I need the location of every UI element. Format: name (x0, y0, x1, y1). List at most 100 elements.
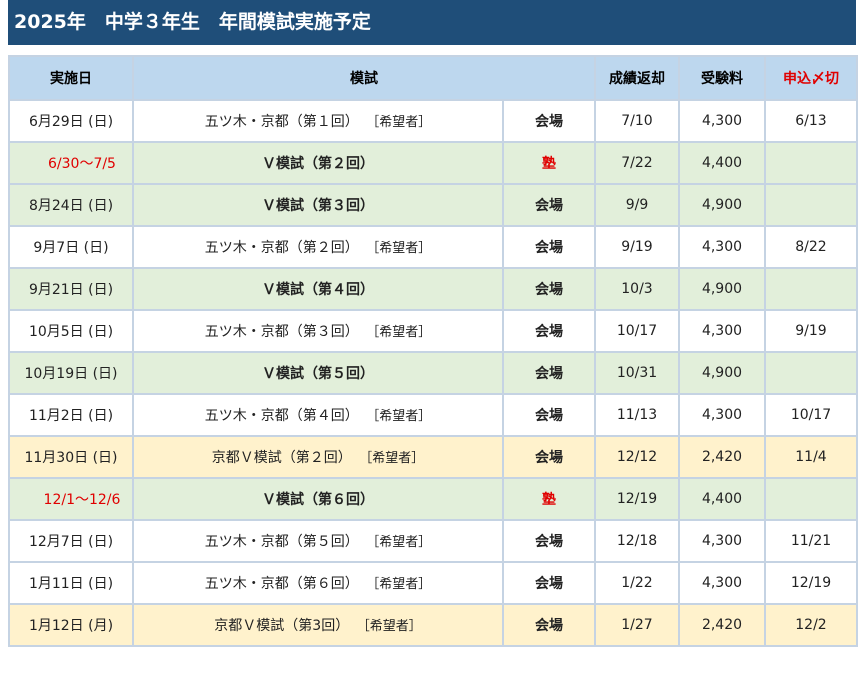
exam-venue: 会場 (502, 435, 596, 479)
result-return-date: 12/19 (594, 477, 680, 521)
exam-venue: 塾 (502, 477, 596, 521)
apply-deadline: 8/22 (764, 225, 858, 269)
exam-name-cell: Ｖ模試（第６回） (132, 477, 504, 521)
apply-deadline: 10/17 (764, 393, 858, 437)
table-row: 6/30〜7/5 Ｖ模試（第２回） 塾 7/22 4,400 (8, 141, 858, 185)
header-exam: 模試 (132, 55, 596, 101)
exam-name: Ｖ模試（第２回） (262, 156, 374, 172)
result-return-date: 1/27 (594, 603, 680, 647)
exam-fee: 4,300 (678, 225, 766, 269)
exam-fee: 4,900 (678, 351, 766, 395)
apply-deadline (764, 351, 858, 395)
apply-deadline (764, 141, 858, 185)
exam-note: ［希望者］ (372, 241, 432, 256)
exam-note: ［希望者］ (363, 619, 422, 634)
table-row: 12月7日 (日) 五ツ木・京都（第５回） ［希望者］ 会場 12/18 4,30… (8, 519, 858, 563)
apply-deadline (764, 477, 858, 521)
exam-name: 五ツ木・京都（第５回） (204, 534, 359, 550)
exam-note: ［希望者］ (372, 577, 432, 592)
exam-name: 京都Ｖ模試（第２回） (211, 450, 352, 466)
apply-deadline: 6/13 (764, 99, 858, 143)
exam-venue: 会場 (502, 225, 596, 269)
exam-venue: 塾 (502, 141, 596, 185)
exam-fee: 4,300 (678, 519, 766, 563)
table-row: 9月7日 (日) 五ツ木・京都（第２回） ［希望者］ 会場 9/19 4,300 … (8, 225, 858, 269)
exam-fee: 4,300 (678, 393, 766, 437)
exam-fee: 4,300 (678, 309, 766, 353)
exam-fee: 2,420 (678, 435, 766, 479)
exam-fee: 4,900 (678, 183, 766, 227)
table-row: 11月2日 (日) 五ツ木・京都（第４回） ［希望者］ 会場 11/13 4,30… (8, 393, 858, 437)
header-fee: 受験料 (678, 55, 766, 101)
exam-name-cell: Ｖ模試（第２回） (132, 141, 504, 185)
apply-deadline: 11/4 (764, 435, 858, 479)
exam-fee: 4,400 (678, 477, 766, 521)
result-return-date: 12/12 (594, 435, 680, 479)
table-row: 1月11日 (日) 五ツ木・京都（第６回） ［希望者］ 会場 1/22 4,300… (8, 561, 858, 605)
exam-name: 京都Ｖ模試（第3回） (214, 618, 350, 634)
exam-fee: 4,900 (678, 267, 766, 311)
result-return-date: 1/22 (594, 561, 680, 605)
exam-fee: 4,400 (678, 141, 766, 185)
exam-note: ［希望者］ (372, 535, 432, 550)
exam-name: Ｖ模試（第３回） (262, 198, 374, 214)
exam-date: 11月30日 (日) (8, 435, 134, 479)
exam-name: 五ツ木・京都（第３回） (204, 324, 359, 340)
exam-name-cell: 五ツ木・京都（第２回） ［希望者］ (132, 225, 504, 269)
exam-date: 12/1〜12/6 (8, 477, 134, 521)
exam-name: 五ツ木・京都（第１回） (204, 114, 359, 130)
apply-deadline (764, 267, 858, 311)
exam-note: ［希望者］ (372, 409, 432, 424)
exam-venue: 会場 (502, 309, 596, 353)
exam-date: 8月24日 (日) (8, 183, 134, 227)
result-return-date: 9/9 (594, 183, 680, 227)
exam-venue: 会場 (502, 99, 596, 143)
header-result: 成績返却 (594, 55, 680, 101)
exam-name-cell: 五ツ木・京都（第１回） ［希望者］ (132, 99, 504, 143)
exam-name-cell: 五ツ木・京都（第４回） ［希望者］ (132, 393, 504, 437)
exam-name-cell: Ｖ模試（第４回） (132, 267, 504, 311)
apply-deadline: 12/19 (764, 561, 858, 605)
page-title: 2025年 中学３年生 年間模試実施予定 (8, 0, 856, 45)
table-row: 9月21日 (日) Ｖ模試（第４回） 会場 10/3 4,900 (8, 267, 858, 311)
exam-venue: 会場 (502, 561, 596, 605)
table-row: 12/1〜12/6 Ｖ模試（第６回） 塾 12/19 4,400 (8, 477, 858, 521)
exam-fee: 4,300 (678, 99, 766, 143)
exam-fee: 2,420 (678, 603, 766, 647)
exam-name: 五ツ木・京都（第６回） (204, 576, 359, 592)
result-return-date: 10/3 (594, 267, 680, 311)
exam-name-cell: 五ツ木・京都（第３回） ［希望者］ (132, 309, 504, 353)
result-return-date: 11/13 (594, 393, 680, 437)
exam-name-cell: Ｖ模試（第３回） (132, 183, 504, 227)
exam-date: 10月5日 (日) (8, 309, 134, 353)
exam-date: 6月29日 (日) (8, 99, 134, 143)
exam-venue: 会場 (502, 351, 596, 395)
exam-name: Ｖ模試（第６回） (262, 492, 374, 508)
exam-name: Ｖ模試（第４回） (262, 282, 374, 298)
exam-note: ［希望者］ (372, 325, 432, 340)
exam-note: ［希望者］ (365, 451, 425, 466)
exam-date: 6/30〜7/5 (8, 141, 134, 185)
header-date: 実施日 (8, 55, 134, 101)
exam-date: 9月7日 (日) (8, 225, 134, 269)
exam-name: Ｖ模試（第５回） (262, 366, 374, 382)
result-return-date: 9/19 (594, 225, 680, 269)
table-row: 6月29日 (日) 五ツ木・京都（第１回） ［希望者］ 会場 7/10 4,300… (8, 99, 858, 143)
exam-name: 五ツ木・京都（第４回） (204, 408, 359, 424)
apply-deadline: 12/2 (764, 603, 858, 647)
apply-deadline: 9/19 (764, 309, 858, 353)
exam-name-cell: 京都Ｖ模試（第２回） ［希望者］ (132, 435, 504, 479)
exam-name-cell: 五ツ木・京都（第５回） ［希望者］ (132, 519, 504, 563)
apply-deadline (764, 183, 858, 227)
exam-venue: 会場 (502, 603, 596, 647)
table-row: 1月12日 (月) 京都Ｖ模試（第3回） ［希望者］ 会場 1/27 2,420 … (8, 603, 858, 647)
apply-deadline: 11/21 (764, 519, 858, 563)
exam-date: 1月11日 (日) (8, 561, 134, 605)
result-return-date: 12/18 (594, 519, 680, 563)
exam-name-cell: 京都Ｖ模試（第3回） ［希望者］ (132, 603, 504, 647)
exam-date: 1月12日 (月) (8, 603, 134, 647)
exam-date: 10月19日 (日) (8, 351, 134, 395)
result-return-date: 10/17 (594, 309, 680, 353)
exam-note: ［希望者］ (372, 115, 432, 130)
exam-name-cell: 五ツ木・京都（第６回） ［希望者］ (132, 561, 504, 605)
